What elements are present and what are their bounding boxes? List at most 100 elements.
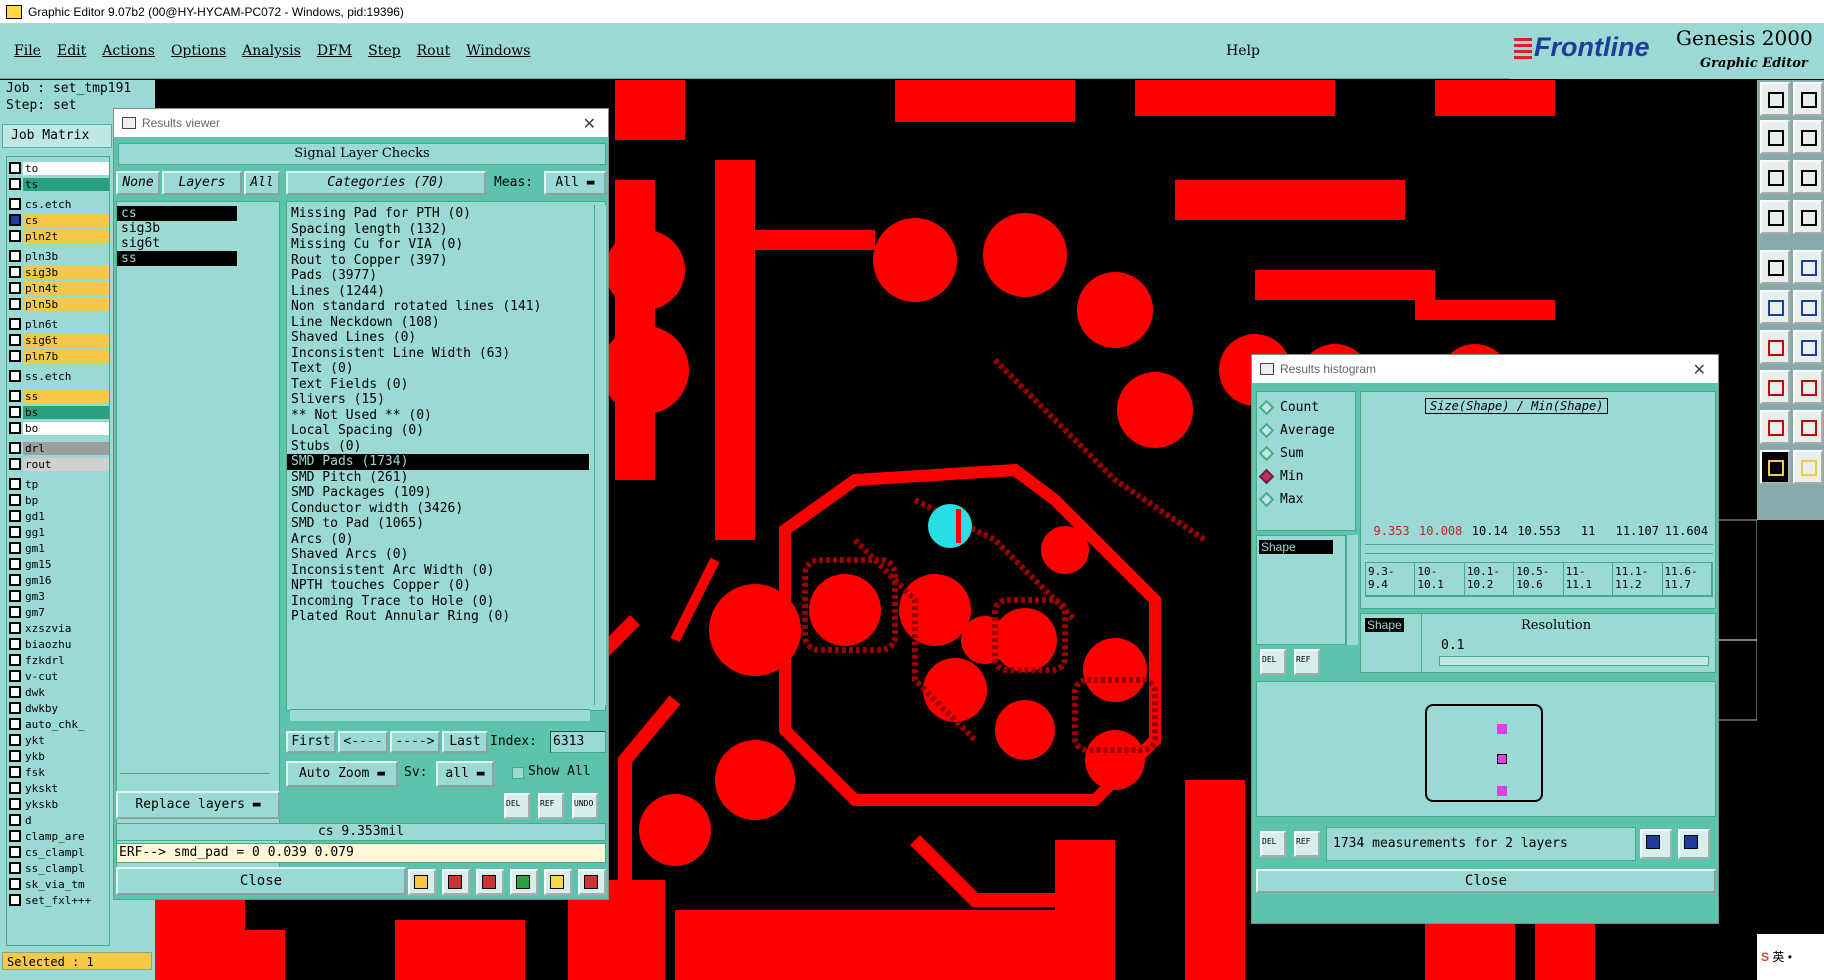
tool-5-button[interactable] <box>1760 250 1790 284</box>
layer-row[interactable]: gd1 <box>9 509 109 523</box>
layer-row[interactable]: ss <box>9 389 109 403</box>
tool-8-button[interactable] <box>1760 370 1790 404</box>
replace-layers-select[interactable]: Replace layers ▬ <box>116 791 280 819</box>
layer-checkbox[interactable] <box>9 370 21 382</box>
layer-row[interactable]: pln7b <box>9 349 109 363</box>
result-layer-item[interactable]: cs <box>117 206 237 221</box>
ref-button[interactable]: REF <box>538 793 564 819</box>
export-icon-button[interactable] <box>510 869 538 895</box>
tool-1-button[interactable] <box>1760 82 1790 116</box>
category-item[interactable]: Inconsistent Line Width (63) <box>287 346 589 362</box>
layer-checkbox[interactable] <box>9 718 21 730</box>
menu-dfm[interactable]: DFM <box>317 43 352 59</box>
layer-checkbox[interactable] <box>9 350 21 362</box>
layer-checkbox[interactable] <box>9 702 21 714</box>
layer-row[interactable]: rout <box>9 457 109 471</box>
layer-checkbox[interactable] <box>9 894 21 906</box>
menu-step[interactable]: Step <box>368 43 400 59</box>
layer-checkbox[interactable] <box>9 298 21 310</box>
histogram-icon-button[interactable] <box>578 869 606 895</box>
layer-checkbox[interactable] <box>9 606 21 618</box>
layer-row[interactable]: gm7 <box>9 605 109 619</box>
tool-11-button[interactable] <box>1793 120 1823 154</box>
sv-select[interactable]: all ▬ <box>436 761 494 787</box>
layer-row[interactable]: auto_chk_ <box>9 717 109 731</box>
zoom-in-button[interactable] <box>1640 829 1672 859</box>
layer-row[interactable]: sk_via_tm <box>9 877 109 891</box>
layer-checkbox[interactable] <box>9 734 21 746</box>
hist-hscroll[interactable] <box>1365 596 1713 608</box>
layer-checkbox[interactable] <box>9 814 21 826</box>
category-item[interactable]: SMD Packages (109) <box>287 485 589 501</box>
layer-row[interactable]: bs <box>9 405 109 419</box>
menu-options[interactable]: Options <box>171 43 226 59</box>
category-item[interactable]: SMD Pitch (261) <box>287 470 589 486</box>
category-item[interactable]: Rout to Copper (397) <box>287 253 589 269</box>
shape-resolution-item[interactable]: Shape <box>1365 618 1404 632</box>
menu-help[interactable]: Help <box>1226 43 1260 59</box>
tool-15-button[interactable] <box>1793 290 1823 324</box>
layer-row[interactable]: d <box>9 813 109 827</box>
layer-row[interactable]: bp <box>9 493 109 507</box>
category-item[interactable]: Pads (3977) <box>287 268 589 284</box>
all-button[interactable]: All <box>244 171 280 195</box>
mode-radio-max[interactable]: Max <box>1257 488 1355 511</box>
layer-row[interactable]: pln3b <box>9 249 109 263</box>
mode-radio-average[interactable]: Average <box>1257 419 1355 442</box>
layer-checkbox[interactable] <box>9 750 21 762</box>
layer-row[interactable]: pln5b <box>9 297 109 311</box>
layer-row[interactable]: xzszvia <box>9 621 109 635</box>
erase-icon-button[interactable] <box>476 869 504 895</box>
layer-row[interactable]: biaozhu <box>9 637 109 651</box>
tool-18-button[interactable] <box>1793 410 1823 444</box>
menu-file[interactable]: File <box>14 43 41 59</box>
layer-checkbox[interactable] <box>9 334 21 346</box>
layer-checkbox[interactable] <box>9 422 21 434</box>
prev-button[interactable]: <---- <box>338 731 388 753</box>
resolution-vscroll[interactable] <box>1421 614 1433 672</box>
layer-row[interactable]: gm1 <box>9 541 109 555</box>
category-item[interactable]: Inconsistent Arc Width (0) <box>287 563 589 579</box>
category-item[interactable]: SMD Pads (1734) <box>287 454 589 470</box>
category-item[interactable]: Text (0) <box>287 361 589 377</box>
layer-row[interactable]: ykskb <box>9 797 109 811</box>
layer-row[interactable]: ykb <box>9 749 109 763</box>
layer-checkbox[interactable] <box>9 558 21 570</box>
layer-row[interactable]: fzkdrl <box>9 653 109 667</box>
category-item[interactable]: Stubs (0) <box>287 439 589 455</box>
job-matrix-button[interactable]: Job Matrix <box>2 124 112 148</box>
category-item[interactable]: SMD to Pad (1065) <box>287 516 589 532</box>
category-item[interactable]: Missing Cu for VIA (0) <box>287 237 589 253</box>
menu-analysis[interactable]: Analysis <box>242 43 301 59</box>
result-layer-item[interactable]: sig3b <box>117 221 237 236</box>
shape-list-item[interactable]: Shape <box>1259 540 1333 554</box>
tool-3-button[interactable] <box>1760 160 1790 194</box>
close-icon[interactable]: ✕ <box>1693 360 1706 380</box>
tool-9-button[interactable] <box>1760 410 1790 444</box>
del-button[interactable]: DEL <box>504 793 530 819</box>
none-button[interactable]: None <box>116 171 160 195</box>
category-item[interactable]: Non standard rotated lines (141) <box>287 299 589 315</box>
tool-12-button[interactable] <box>1793 160 1823 194</box>
layer-checkbox[interactable] <box>9 214 21 226</box>
measure-ref-button[interactable]: REF <box>1294 831 1320 857</box>
tool-13-button[interactable] <box>1793 200 1823 234</box>
layer-checkbox[interactable] <box>9 178 21 190</box>
categories-hscroll[interactable] <box>290 709 590 721</box>
shape-list-vscroll[interactable] <box>1346 535 1358 645</box>
result-layer-item[interactable]: sig6t <box>117 236 237 251</box>
layer-checkbox[interactable] <box>9 638 21 650</box>
tool-16-button[interactable] <box>1793 330 1823 364</box>
layer-list-hscroll[interactable] <box>120 773 270 785</box>
category-item[interactable]: Conductor width (3426) <box>287 501 589 517</box>
categories-vscroll[interactable] <box>594 205 606 705</box>
layer-row[interactable]: ss_clampl <box>9 861 109 875</box>
layer-row[interactable]: set_fxl+++ <box>9 893 109 907</box>
layer-checkbox[interactable] <box>9 542 21 554</box>
categories-list[interactable]: Missing Pad for PTH (0) Spacing length (1… <box>286 201 606 711</box>
auto-zoom-select[interactable]: Auto Zoom ▬ <box>286 761 398 787</box>
tool-14-button[interactable] <box>1793 250 1823 284</box>
measure-del-button[interactable]: DEL <box>1260 831 1286 857</box>
layer-checkbox[interactable] <box>9 406 21 418</box>
menu-rout[interactable]: Rout <box>417 43 451 59</box>
